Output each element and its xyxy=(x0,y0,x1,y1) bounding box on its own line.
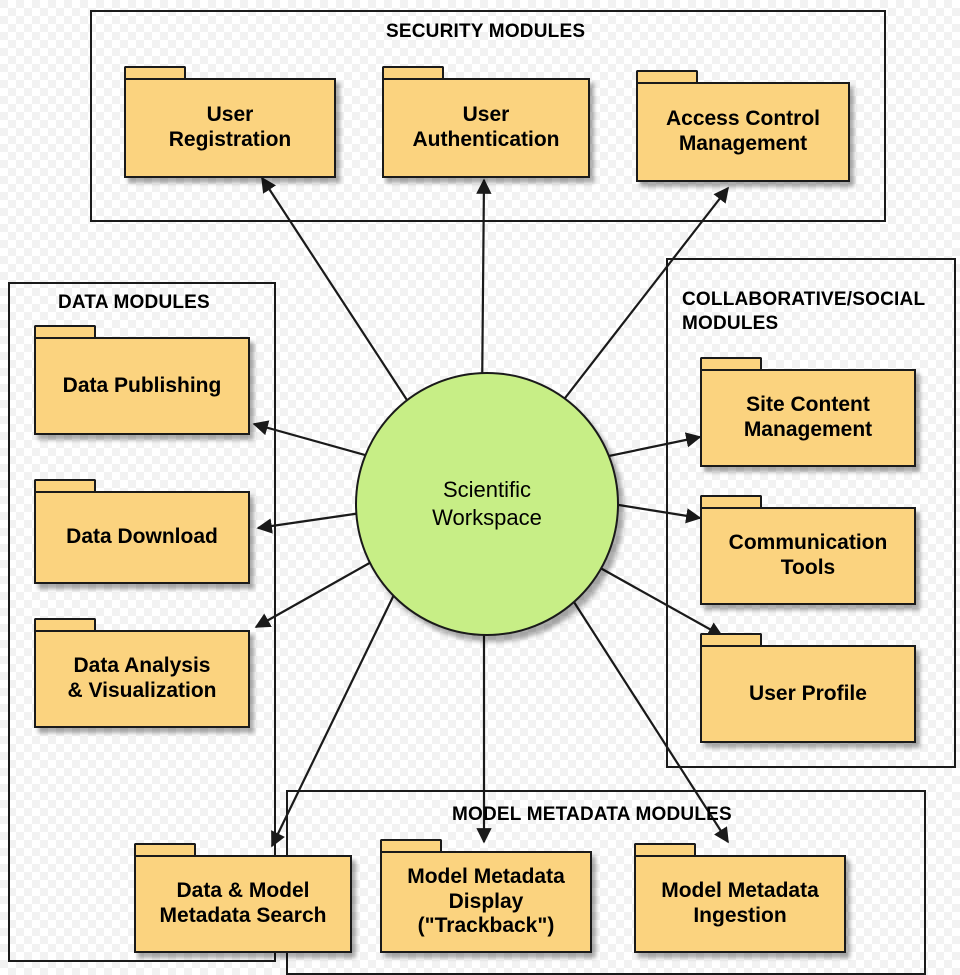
node-user-authentication[interactable]: User Authentication xyxy=(382,66,590,178)
node-body: Site Content Management xyxy=(700,369,916,467)
node-label: User Authentication xyxy=(412,103,560,151)
node-data-publishing[interactable]: Data Publishing xyxy=(34,325,250,435)
node-body: Access Control Management xyxy=(636,82,850,182)
diagram-canvas: SECURITY MODULES DATA MODULES COLLABORAT… xyxy=(0,0,960,975)
node-body: User Profile xyxy=(700,645,916,743)
node-body: Data & Model Metadata Search xyxy=(134,855,352,953)
node-body: Model Metadata Ingestion xyxy=(634,855,846,953)
group-title-model-metadata: MODEL METADATA MODULES xyxy=(452,804,732,825)
node-label: User Profile xyxy=(749,681,867,705)
node-user-profile[interactable]: User Profile xyxy=(700,633,916,743)
node-body: User Authentication xyxy=(382,78,590,178)
node-model-metadata-display[interactable]: Model Metadata Display ("Trackback") xyxy=(380,839,592,953)
node-label: Data Analysis & Visualization xyxy=(67,654,217,702)
node-data-analysis-visualization[interactable]: Data Analysis & Visualization xyxy=(34,618,250,728)
node-user-registration[interactable]: User Registration xyxy=(124,66,336,178)
node-body: Communication Tools xyxy=(700,507,916,605)
node-label: Data Download xyxy=(66,525,218,549)
node-site-content-management[interactable]: Site Content Management xyxy=(700,357,916,467)
node-label: Communication Tools xyxy=(728,531,888,579)
node-label: Data & Model Metadata Search xyxy=(159,879,327,927)
node-body: Data Download xyxy=(34,491,250,584)
node-label: Site Content Management xyxy=(743,393,873,441)
node-label: Data Publishing xyxy=(62,373,222,397)
group-title-collaborative: COLLABORATIVE/SOCIAL MODULES xyxy=(682,289,926,334)
node-label: User Registration xyxy=(168,103,292,151)
group-title-security: SECURITY MODULES xyxy=(386,21,586,42)
hub-scientific-workspace[interactable]: Scientific Workspace xyxy=(355,372,619,636)
node-body: Data Analysis & Visualization xyxy=(34,630,250,728)
node-body: Model Metadata Display ("Trackback") xyxy=(380,851,592,953)
node-communication-tools[interactable]: Communication Tools xyxy=(700,495,916,605)
node-data-model-metadata-search[interactable]: Data & Model Metadata Search xyxy=(134,843,352,953)
node-model-metadata-ingestion[interactable]: Model Metadata Ingestion xyxy=(634,843,846,953)
group-title-data: DATA MODULES xyxy=(58,292,210,313)
hub-label: Scientific Workspace xyxy=(432,476,542,530)
node-body: User Registration xyxy=(124,78,336,178)
node-label: Model Metadata Ingestion xyxy=(661,879,819,927)
node-body: Data Publishing xyxy=(34,337,250,435)
node-data-download[interactable]: Data Download xyxy=(34,479,250,584)
node-label: Access Control Management xyxy=(665,107,821,155)
node-access-control-management[interactable]: Access Control Management xyxy=(636,70,850,182)
node-label: Model Metadata Display ("Trackback") xyxy=(407,864,565,938)
